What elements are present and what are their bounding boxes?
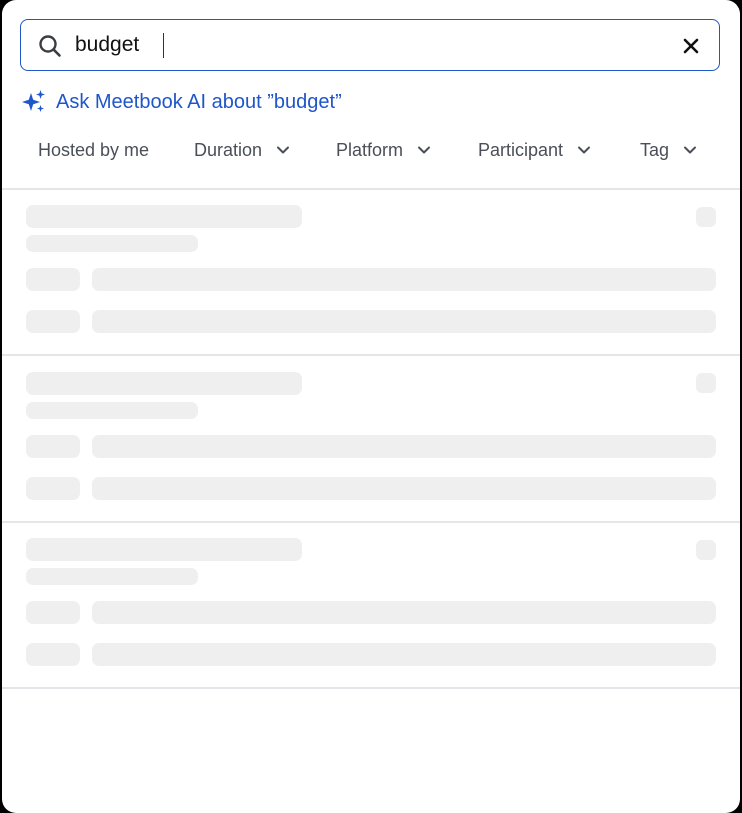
skeleton-tag: [26, 601, 80, 624]
skeleton-subtitle: [26, 402, 198, 419]
filter-platform[interactable]: Platform: [336, 132, 431, 168]
search-input[interactable]: [75, 30, 635, 60]
skeleton-title: [26, 538, 302, 561]
skeleton-subtitle: [26, 568, 198, 585]
search-panel: Ask Meetbook AI about ”budget” Hosted by…: [2, 0, 740, 813]
filter-label: Duration: [194, 139, 263, 160]
skeleton-line: [92, 310, 716, 333]
result-skeleton: [2, 522, 740, 688]
skeleton-line: [92, 601, 716, 624]
skeleton-tag: [26, 477, 80, 500]
skeleton-tag: [26, 435, 80, 458]
divider: [2, 687, 740, 689]
search-box[interactable]: [20, 19, 720, 71]
filter-tag[interactable]: Tag: [640, 132, 697, 168]
clear-search-button[interactable]: [677, 32, 705, 60]
text-caret: [163, 33, 164, 58]
skeleton-line: [92, 268, 716, 291]
result-skeleton: [2, 355, 740, 521]
result-skeleton: [2, 189, 740, 355]
skeleton-subtitle: [26, 235, 198, 252]
skeleton-tag: [26, 310, 80, 333]
sparkle-icon: [22, 90, 45, 112]
chevron-down-icon: [578, 146, 591, 154]
skeleton-action: [696, 540, 716, 560]
skeleton-tag: [26, 643, 80, 666]
skeleton-tag: [26, 268, 80, 291]
skeleton-line: [92, 435, 716, 458]
skeleton-title: [26, 372, 302, 395]
close-icon: [683, 38, 699, 54]
ask-ai-label: Ask Meetbook AI about ”budget”: [56, 90, 342, 113]
chevron-down-icon: [684, 146, 697, 154]
skeleton-action: [696, 207, 716, 227]
chevron-down-icon: [418, 146, 431, 154]
filter-label: Platform: [336, 139, 404, 160]
filter-hosted-by-me[interactable]: Hosted by me: [38, 132, 149, 168]
filter-label: Participant: [478, 139, 564, 160]
skeleton-title: [26, 205, 302, 228]
filter-bar: Hosted by me Duration Platform Participa…: [2, 132, 740, 168]
skeleton-action: [696, 373, 716, 393]
filter-label: Hosted by me: [38, 139, 150, 160]
ask-ai-link[interactable]: Ask Meetbook AI about ”budget”: [20, 88, 342, 116]
skeleton-line: [92, 477, 716, 500]
filter-participant[interactable]: Participant: [478, 132, 591, 168]
chevron-down-icon: [277, 146, 290, 154]
search-icon: [38, 34, 62, 58]
filter-duration[interactable]: Duration: [194, 132, 290, 168]
skeleton-line: [92, 643, 716, 666]
filter-label: Tag: [640, 139, 670, 160]
